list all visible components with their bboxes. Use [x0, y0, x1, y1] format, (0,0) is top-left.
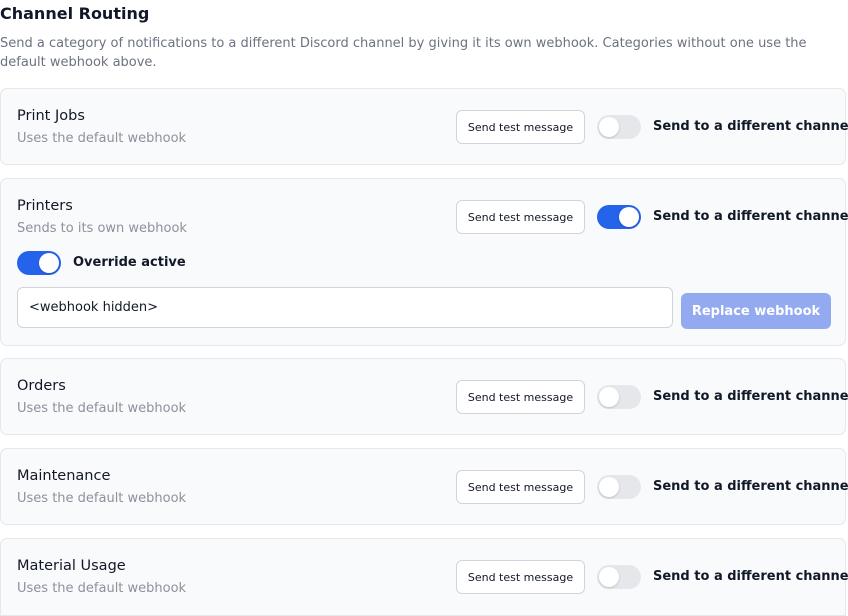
category-name: Printers: [17, 198, 73, 214]
category-name: Orders: [17, 378, 66, 394]
toggle-knob: [619, 207, 639, 227]
toggle-knob: [599, 477, 619, 497]
send-test-message-button[interactable]: Send test message: [456, 200, 585, 234]
category-card-material-usage: Material Usage Uses the default webhook …: [0, 538, 848, 616]
route-toggle-label: Send to a different channel: [653, 209, 848, 224]
category-card-printers: Printers Sends to its own webhook Send t…: [0, 178, 848, 346]
category-name: Print Jobs: [17, 108, 85, 124]
category-status: Uses the default webhook: [17, 491, 187, 506]
category-card-print-jobs: Print Jobs Uses the default webhook Send…: [0, 88, 848, 165]
send-test-message-button[interactable]: Send test message: [456, 380, 585, 414]
route-toggle[interactable]: [597, 565, 641, 589]
section-title: Channel Routing: [0, 4, 150, 23]
channel-routing-section: Channel Routing Send a category of notif…: [0, 0, 848, 616]
route-toggle-label: Send to a different channel: [653, 389, 848, 404]
category-name: Material Usage: [17, 558, 126, 574]
webhook-input[interactable]: [17, 287, 673, 328]
toggle-knob: [599, 117, 619, 137]
send-test-message-button[interactable]: Send test message: [456, 110, 585, 144]
category-card-maintenance: Maintenance Uses the default webhook Sen…: [0, 448, 848, 525]
toggle-knob: [599, 567, 619, 587]
category-status: Uses the default webhook: [17, 401, 187, 416]
route-toggle-label: Send to a different channel: [653, 569, 848, 584]
toggle-knob: [599, 387, 619, 407]
route-toggle[interactable]: [597, 115, 641, 139]
category-card-orders: Orders Uses the default webhook Send tes…: [0, 358, 848, 435]
replace-webhook-button[interactable]: Replace webhook: [681, 293, 831, 329]
category-status: Sends to its own webhook: [17, 221, 187, 236]
category-name: Maintenance: [17, 468, 111, 484]
route-toggle[interactable]: [597, 205, 641, 229]
override-toggle[interactable]: [17, 251, 61, 275]
toggle-knob: [39, 253, 59, 273]
override-toggle-label: Override active: [73, 255, 186, 270]
send-test-message-button[interactable]: Send test message: [456, 470, 585, 504]
route-toggle[interactable]: [597, 475, 641, 499]
category-status: Uses the default webhook: [17, 131, 187, 146]
route-toggle[interactable]: [597, 385, 641, 409]
send-test-message-button[interactable]: Send test message: [456, 560, 585, 594]
category-status: Uses the default webhook: [17, 581, 187, 596]
section-description: Send a category of notifications to a di…: [0, 36, 807, 70]
route-toggle-label: Send to a different channel: [653, 479, 848, 494]
route-toggle-label: Send to a different channel: [653, 119, 848, 134]
